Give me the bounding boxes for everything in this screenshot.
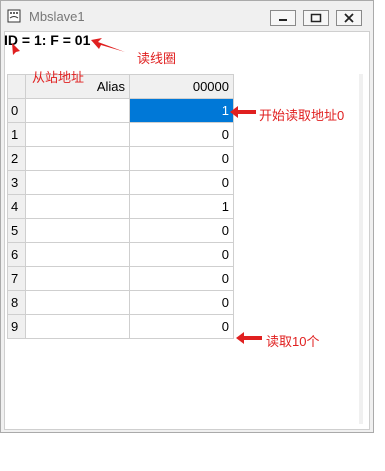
value-cell[interactable]: 0	[129, 314, 234, 339]
table-row[interactable]: 10	[7, 122, 234, 147]
row-header[interactable]: 9	[7, 314, 26, 339]
table-row[interactable]: 01	[7, 98, 234, 123]
value-cell[interactable]: 0	[129, 242, 234, 267]
alias-cell[interactable]	[25, 122, 130, 147]
maximize-icon	[310, 13, 322, 23]
alias-cell[interactable]	[25, 266, 130, 291]
alias-cell[interactable]	[25, 146, 130, 171]
value-cell[interactable]: 0	[129, 218, 234, 243]
annotation-read-ten: 读取10个	[266, 334, 320, 349]
row-header[interactable]: 0	[7, 98, 26, 123]
vertical-scroll-edge[interactable]	[359, 74, 363, 424]
annotation-start-address: 开始读取地址0	[259, 108, 345, 123]
alias-cell[interactable]	[25, 98, 130, 123]
alias-cell[interactable]	[25, 242, 130, 267]
value-cell[interactable]: 0	[129, 170, 234, 195]
row-header[interactable]: 2	[7, 146, 26, 171]
alias-cell[interactable]	[25, 194, 130, 219]
table-row[interactable]: 70	[7, 266, 234, 291]
annotation-slave-address: 从站地址	[32, 70, 85, 85]
title-bar[interactable]: Mbslave1	[1, 1, 373, 31]
annotation-read-coils: 读线圈	[137, 51, 177, 66]
value-cell[interactable]: 1	[129, 98, 234, 123]
value-cell[interactable]: 0	[129, 266, 234, 291]
close-icon	[344, 13, 354, 23]
window-title: Mbslave1	[29, 9, 85, 24]
alias-cell[interactable]	[25, 314, 130, 339]
maximize-button[interactable]	[303, 10, 329, 26]
value-cell[interactable]: 0	[129, 290, 234, 315]
row-header[interactable]: 8	[7, 290, 26, 315]
status-line: ID = 1: F = 01	[4, 32, 91, 48]
value-cell[interactable]: 0	[129, 146, 234, 171]
value-cell[interactable]: 1	[129, 194, 234, 219]
table-row[interactable]: 20	[7, 146, 234, 171]
data-grid: Alias 00000 01102030415060708090	[7, 74, 234, 339]
table-row[interactable]: 60	[7, 242, 234, 267]
row-header[interactable]: 6	[7, 242, 26, 267]
table-row[interactable]: 80	[7, 290, 234, 315]
row-header[interactable]: 3	[7, 170, 26, 195]
alias-cell[interactable]	[25, 290, 130, 315]
value-cell[interactable]: 0	[129, 122, 234, 147]
row-header[interactable]: 4	[7, 194, 26, 219]
table-row[interactable]: 50	[7, 218, 234, 243]
row-header[interactable]: 5	[7, 218, 26, 243]
close-button[interactable]	[336, 10, 362, 26]
app-icon	[7, 9, 21, 23]
column-header-address[interactable]: 00000	[129, 74, 234, 99]
minimize-button[interactable]	[270, 10, 296, 26]
table-row[interactable]: 41	[7, 194, 234, 219]
table-row[interactable]: 90	[7, 314, 234, 339]
alias-cell[interactable]	[25, 218, 130, 243]
row-header[interactable]: 1	[7, 122, 26, 147]
row-header[interactable]: 7	[7, 266, 26, 291]
grid-corner[interactable]	[7, 74, 26, 99]
table-row[interactable]: 30	[7, 170, 234, 195]
minimize-icon	[279, 19, 287, 21]
alias-cell[interactable]	[25, 170, 130, 195]
